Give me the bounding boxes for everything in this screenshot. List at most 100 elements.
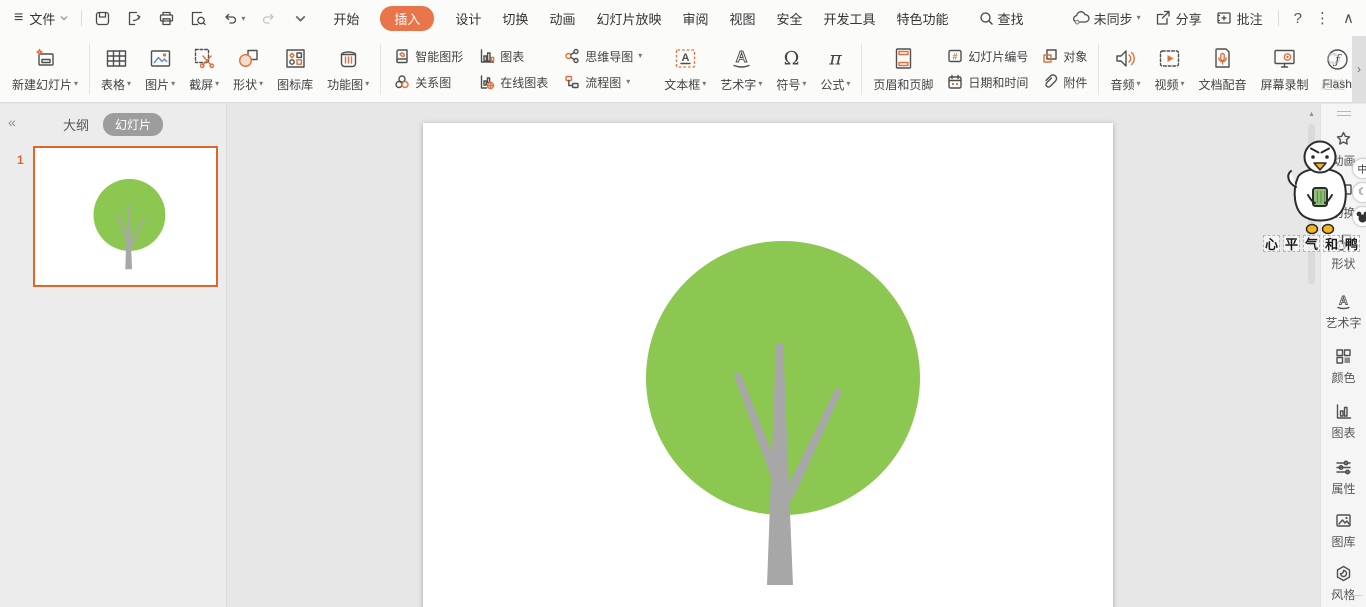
sidebar-handle[interactable] (1337, 111, 1351, 116)
slide-number-button[interactable]: # 幻灯片编号 (947, 48, 1028, 65)
screenshot-button[interactable]: 截屏▾ (183, 42, 225, 97)
edge-button-mickey-icon[interactable] (1352, 206, 1366, 227)
chart-button[interactable]: 图表 (479, 48, 548, 65)
hamburger-menu-icon[interactable]: ≡ (14, 9, 23, 27)
caret-icon: ▾ (365, 80, 369, 88)
relation-diagram-button[interactable]: 关系图 (394, 74, 463, 91)
table-label: 表格 (101, 76, 125, 93)
wordart-button[interactable]: A 艺术字▾ (714, 42, 768, 97)
new-slide-label: 新建幻灯片 (12, 76, 72, 93)
ribbon-expand-strip[interactable]: › (1352, 36, 1366, 102)
share-button[interactable]: 分享 (1154, 9, 1202, 28)
sidebar-item-wordart[interactable]: A 艺术字 (1325, 292, 1361, 331)
export-icon[interactable] (126, 10, 143, 27)
undo-dropdown-caret[interactable]: ▾ (241, 14, 245, 23)
ribbon-group-text: A 文本框▾ A 艺术字▾ Ω 符号▾ π 公式▾ (658, 42, 856, 97)
collapse-ribbon-button[interactable]: ∧ (1343, 9, 1354, 27)
sidebar-item-colors[interactable]: 颜色 (1331, 347, 1355, 386)
object-button[interactable]: 对象 (1042, 48, 1087, 65)
sidebar-more-button[interactable]: ▼ (1330, 592, 1337, 599)
screenshot-label: 截屏 (189, 76, 213, 93)
tab-slides[interactable]: 幻灯片 (103, 113, 163, 136)
header-footer-button[interactable]: 页眉和页脚 (867, 42, 939, 97)
online-chart-label: 在线图表 (500, 74, 548, 91)
screen-record-button[interactable]: 屏幕录制 (1255, 42, 1315, 97)
sidebar-item-chart[interactable]: 图表 (1331, 402, 1355, 441)
symbol-omega-icon: Ω (779, 46, 804, 71)
tab-animation[interactable]: 动画 (549, 9, 575, 28)
table-button[interactable]: 表格▾ (95, 42, 137, 97)
help-button[interactable]: ? (1294, 10, 1302, 27)
tab-devtools[interactable]: 开发工具 (824, 9, 876, 28)
tab-design[interactable]: 设计 (455, 9, 481, 28)
icon-library-button[interactable]: 图标库 (271, 42, 319, 97)
function-chart-button[interactable]: 功能图▾ (321, 42, 375, 97)
formula-button[interactable]: π 公式▾ (814, 42, 856, 97)
more-options-button[interactable]: ⋮ (1315, 9, 1330, 27)
comment-button[interactable]: 批注 (1215, 9, 1263, 28)
picture-button[interactable]: 图片▾ (139, 42, 181, 97)
sidebar-label: 图库 (1331, 533, 1355, 550)
tab-view[interactable]: 视图 (729, 9, 755, 28)
save-icon[interactable] (94, 10, 111, 27)
mindmap-label: 思维导图 (585, 48, 633, 65)
customize-toolbar-chevron-icon[interactable] (292, 10, 309, 27)
edge-button-center[interactable]: 中 (1352, 158, 1366, 179)
slide-canvas[interactable] (423, 123, 1113, 607)
hyperlink-icon (1321, 46, 1346, 71)
function-chart-label: 功能图 (327, 76, 363, 93)
video-button[interactable]: 视频▾ (1148, 42, 1190, 97)
shapes-button[interactable]: 形状▾ (227, 42, 269, 97)
collapse-panel-button[interactable]: « (8, 114, 16, 130)
file-menu-chevron-icon[interactable] (59, 13, 69, 23)
flowchart-button[interactable]: 流程图▾ (564, 74, 642, 91)
online-chart-button[interactable]: 在线图表 (479, 74, 548, 91)
smart-graphic-button[interactable]: 智能图形 (394, 48, 463, 65)
mindmap-button[interactable]: 思维导图▾ (564, 48, 642, 65)
caret-icon: ▾ (259, 80, 263, 88)
colors-icon (1334, 347, 1353, 366)
picture-label: 图片 (145, 76, 169, 93)
scroll-up-arrow[interactable]: ▲ (1305, 104, 1318, 118)
caption-char: 鸭 (1343, 235, 1360, 252)
datetime-button[interactable]: 日期和时间 (947, 74, 1028, 91)
sidebar-item-gallery[interactable]: 图库 (1331, 511, 1355, 550)
content-area: « 大纲 幻灯片 1 (0, 104, 1366, 607)
symbol-button[interactable]: Ω 符号▾ (770, 42, 812, 97)
svg-text:A: A (681, 52, 689, 64)
tab-transition[interactable]: 切换 (502, 9, 528, 28)
panel-tabs: 大纲 幻灯片 (0, 104, 226, 136)
tab-review[interactable]: 审阅 (682, 9, 708, 28)
tab-home[interactable]: 开始 (333, 9, 359, 28)
icon-library-label: 图标库 (277, 76, 313, 93)
new-slide-button[interactable]: 新建幻灯片▾ (6, 42, 84, 97)
tab-security[interactable]: 安全 (777, 9, 803, 28)
datetime-label: 日期和时间 (968, 74, 1028, 91)
tab-insert[interactable]: 插入 (380, 6, 434, 31)
slide-thumbnail-1[interactable] (33, 146, 218, 287)
attachment-button[interactable]: 附件 (1042, 74, 1087, 91)
new-slide-icon (33, 46, 58, 71)
formula-label: 公式 (820, 76, 844, 93)
tab-outline[interactable]: 大纲 (63, 115, 89, 134)
caret-icon: ▾ (846, 80, 850, 88)
undo-icon[interactable] (222, 10, 239, 27)
tab-slideshow[interactable]: 幻灯片放映 (596, 9, 661, 28)
edge-button-moon-icon[interactable]: ☾ (1352, 182, 1366, 203)
sidebar-item-properties[interactable]: 属性 (1331, 458, 1355, 497)
caption-char: 气 (1303, 235, 1320, 252)
tab-special-features[interactable]: 特色功能 (897, 9, 949, 28)
audio-button[interactable]: 音频▾ (1104, 42, 1146, 97)
svg-text:Ω: Ω (783, 47, 799, 69)
sync-status-button[interactable]: 未同步 ▾ (1072, 9, 1141, 28)
ribbon-group-diagrams: 智能图形 图表 思维导图▾ 关系图 在线图表 流程图▾ (386, 48, 650, 91)
voice-over-button[interactable]: 文档配音 (1193, 42, 1253, 97)
caret-icon: ▾ (1180, 80, 1184, 88)
search-button[interactable]: 查找 (979, 9, 1024, 28)
slide-panel: « 大纲 幻灯片 1 (0, 104, 227, 607)
divider (1278, 10, 1279, 26)
print-preview-icon[interactable] (190, 10, 207, 27)
textbox-button[interactable]: A 文本框▾ (658, 42, 712, 97)
print-icon[interactable] (158, 10, 175, 27)
file-menu-button[interactable]: 文件 (29, 9, 55, 28)
